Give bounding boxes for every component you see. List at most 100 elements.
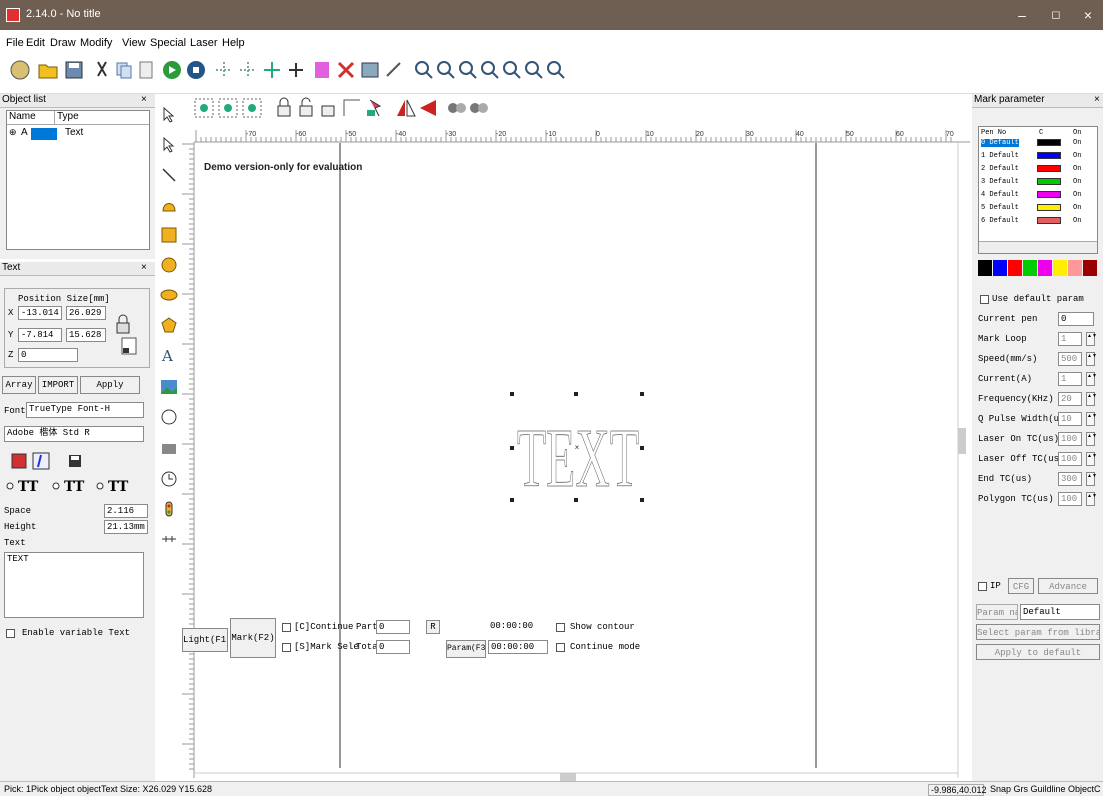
import-button[interactable]: IMPORT — [38, 376, 78, 394]
continue-mode-checkbox[interactable] — [556, 643, 565, 652]
mark-selected-checkbox[interactable] — [282, 643, 291, 652]
object-list-col-name[interactable]: Name — [7, 111, 55, 125]
pen-row[interactable]: 3 Default On — [979, 178, 1099, 186]
pen-row[interactable]: 1 Default On — [979, 152, 1099, 160]
pen-row[interactable]: 2 Default On — [979, 165, 1099, 173]
x-size-field[interactable]: 26.029 — [66, 306, 106, 320]
param-spinner[interactable]: ▲▼ — [1086, 472, 1097, 486]
palette-color[interactable] — [1053, 260, 1067, 276]
rotate-icon[interactable] — [444, 96, 468, 120]
wobble-checkbox[interactable] — [978, 582, 987, 591]
param-value-field[interactable]: 1 — [1058, 372, 1082, 386]
menu-laser[interactable]: Laser — [190, 37, 218, 49]
node-edit-icon[interactable] — [310, 58, 334, 82]
zoom-all-icon[interactable] — [478, 58, 502, 82]
copy-icon[interactable] — [112, 58, 136, 82]
space-field[interactable]: 2.116 — [104, 504, 148, 518]
vector-file-icon[interactable] — [160, 408, 178, 426]
on-col-header[interactable]: On — [1073, 129, 1081, 137]
param-value-field[interactable]: 100 — [1058, 492, 1082, 506]
text-panel-close-button[interactable]: × — [141, 262, 147, 273]
pen-color-swatch[interactable] — [1037, 204, 1061, 211]
ellipse-tool-icon[interactable] — [160, 286, 178, 304]
x-position-field[interactable]: -13.014 — [18, 306, 62, 320]
pen-row[interactable]: 0 Default On — [979, 139, 1099, 147]
pen-color-swatch[interactable] — [1037, 165, 1061, 172]
palette-color[interactable] — [978, 260, 992, 276]
mirror-h-icon[interactable] — [394, 96, 418, 120]
pen-list-hscroll[interactable] — [979, 241, 1097, 253]
advance-button[interactable]: Advance — [1038, 578, 1098, 594]
menu-special[interactable]: Special — [150, 37, 186, 49]
menu-draw[interactable]: Draw — [50, 37, 76, 49]
stop-icon[interactable] — [184, 58, 208, 82]
combine-icon[interactable] — [240, 96, 264, 120]
param-spinner[interactable]: ▲▼ — [1086, 332, 1097, 346]
view-icon[interactable] — [358, 58, 382, 82]
zoom-workspace-icon[interactable] — [544, 58, 568, 82]
param-value-field[interactable]: 500 — [1058, 352, 1082, 366]
palette-color[interactable] — [1008, 260, 1022, 276]
pen-row[interactable]: 6 Default On — [979, 217, 1099, 225]
save-font-icon[interactable] — [66, 452, 84, 470]
curve-tool-icon[interactable] — [160, 196, 178, 214]
measure-icon[interactable] — [382, 58, 406, 82]
param-value-field[interactable]: 20 — [1058, 392, 1082, 406]
open-folder-icon[interactable] — [36, 58, 60, 82]
object-visible-icon[interactable]: ⊕ — [9, 127, 17, 138]
param-value-field[interactable]: 10 — [1058, 412, 1082, 426]
pen-row[interactable]: 5 Default On — [979, 204, 1099, 212]
pen-row[interactable]: 4 Default On — [979, 191, 1099, 199]
unlock-icon[interactable] — [294, 96, 318, 120]
snap-grid-icon[interactable] — [236, 58, 260, 82]
zoom-selected-icon[interactable] — [500, 58, 524, 82]
lock-ratio-icon[interactable] — [114, 314, 132, 334]
timer-tool-icon[interactable] — [160, 470, 178, 488]
param-spinner[interactable]: ▲▼ — [1086, 412, 1097, 426]
paste-icon[interactable] — [134, 58, 158, 82]
node-select-icon[interactable] — [160, 136, 178, 154]
rectangle-tool-icon[interactable] — [160, 226, 178, 244]
drawing-canvas[interactable]: -70 -60 -50 -40 -30 -20 -10 0 10 20 30 40 50 60 70 Dem… — [180, 128, 970, 786]
param-value-field[interactable]: 100 — [1058, 452, 1082, 466]
rotate-ccw-icon[interactable] — [466, 96, 490, 120]
font-type-select[interactable]: TrueType Font-H — [26, 402, 144, 418]
palette-color[interactable] — [993, 260, 1007, 276]
output-port-icon[interactable] — [160, 530, 178, 548]
show-contour-checkbox[interactable] — [556, 623, 565, 632]
polygon-tool-icon[interactable] — [160, 316, 178, 334]
tools-icon[interactable] — [334, 58, 358, 82]
play-icon[interactable] — [160, 58, 184, 82]
menu-modify[interactable]: Modify — [80, 37, 112, 49]
pen-color-swatch[interactable] — [1037, 191, 1061, 198]
circle-tool-icon[interactable] — [160, 256, 178, 274]
object-list-close-button[interactable]: × — [141, 94, 147, 105]
reset-part-button[interactable]: R — [426, 620, 440, 634]
new-file-icon[interactable] — [8, 58, 32, 82]
anchor-grid-icon[interactable] — [120, 336, 138, 356]
lock-icon[interactable] — [272, 96, 296, 120]
palette-color[interactable] — [1068, 260, 1082, 276]
param-spinner[interactable]: ▲▼ — [1086, 372, 1097, 386]
unlock-all-icon[interactable] — [316, 96, 340, 120]
menu-edit[interactable]: Edit — [26, 37, 45, 49]
y-size-field[interactable]: 15.628 — [66, 328, 106, 342]
barcode-tool-icon[interactable] — [160, 440, 178, 458]
z-position-field[interactable]: 0 — [18, 348, 78, 362]
font-name-select[interactable]: Adobe 楷体 Std R — [4, 426, 144, 442]
palette-color[interactable] — [1083, 260, 1097, 276]
bold-text-icon[interactable] — [10, 452, 28, 470]
current-pen-field[interactable]: 0 — [1058, 312, 1094, 326]
y-position-field[interactable]: -7.814 — [18, 328, 62, 342]
apply-default-button[interactable]: Apply to default — [976, 644, 1100, 660]
param-value-field[interactable]: 300 — [1058, 472, 1082, 486]
param-spinner[interactable]: ▲▼ — [1086, 352, 1097, 366]
grid-dots-icon[interactable] — [212, 58, 236, 82]
total-field[interactable]: 0 — [376, 640, 410, 654]
bitmap-tool-icon[interactable] — [160, 378, 178, 396]
zoom-in-icon[interactable] — [434, 58, 458, 82]
param-spinner[interactable]: ▲▼ — [1086, 492, 1097, 506]
minimize-button[interactable]: – — [1012, 6, 1032, 24]
pen-color-swatch[interactable] — [1037, 217, 1061, 224]
line-tool-icon[interactable] — [160, 166, 178, 184]
